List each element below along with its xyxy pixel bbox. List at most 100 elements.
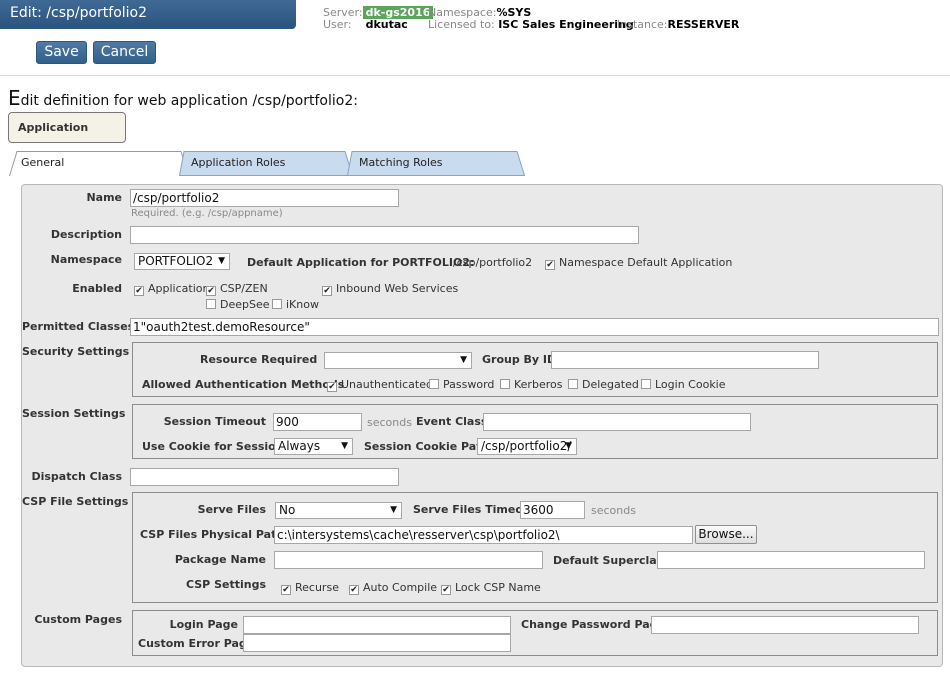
- serve-files-timeout-label: Serve Files Timeout: [413, 503, 537, 516]
- recurse-checkbox[interactable]: ✔ Recurse: [281, 581, 339, 595]
- checkbox-icon: ✔: [206, 286, 216, 296]
- default-superclass-label: Default Superclass: [553, 554, 670, 567]
- chevron-down-icon: ▼: [341, 441, 348, 451]
- enabled-inbound-ws-checkbox[interactable]: ✔ Inbound Web Services: [322, 282, 458, 296]
- instance-value: RESSERVER: [667, 18, 740, 31]
- serve-files-timeout-unit: seconds: [591, 504, 636, 517]
- enabled-cspzen-checkbox[interactable]: ✔ CSP/ZEN: [206, 282, 268, 296]
- checkbox-icon: [500, 379, 510, 389]
- checkbox-icon: [429, 379, 439, 389]
- serve-files-label: Serve Files: [197, 503, 266, 516]
- package-name-input[interactable]: [274, 551, 543, 569]
- auth-password-checkbox[interactable]: Password: [429, 378, 494, 391]
- resource-required-label: Resource Required: [200, 353, 318, 366]
- user-info: User: dkutac: [323, 18, 408, 31]
- use-cookie-label: Use Cookie for Session: [142, 440, 284, 453]
- header-divider: [0, 75, 950, 76]
- chevron-down-icon: ▼: [565, 441, 572, 451]
- page-heading: Edit definition for web application /csp…: [8, 86, 358, 110]
- change-password-label: Change Password Page: [521, 618, 665, 631]
- use-cookie-select[interactable]: Always ▼: [274, 438, 353, 455]
- user-value: dkutac: [365, 18, 408, 31]
- checkbox-icon: ✔: [322, 286, 332, 296]
- checkbox-icon: [272, 299, 282, 309]
- tab-application-roles[interactable]: Application Roles: [179, 151, 353, 176]
- tab-application-roles-label: Application Roles: [191, 156, 286, 169]
- license-value: ISC Sales Engineering: [498, 18, 634, 31]
- custom-error-input[interactable]: [243, 634, 511, 652]
- auth-unauthenticated-checkbox[interactable]: ✔ Unauthenticated: [327, 378, 433, 392]
- lock-csp-name-checkbox[interactable]: ✔ Lock CSP Name: [441, 581, 541, 595]
- change-password-input[interactable]: [651, 616, 919, 634]
- tab-matching-roles[interactable]: Matching Roles: [347, 151, 525, 176]
- tab-general-label: General: [21, 156, 65, 169]
- event-class-input[interactable]: [483, 413, 751, 431]
- custom-error-label: Custom Error Page: [138, 637, 255, 650]
- auth-delegated-checkbox[interactable]: Delegated: [568, 378, 639, 391]
- name-label: Name: [86, 191, 122, 204]
- enabled-application-checkbox[interactable]: ✔ Application: [134, 282, 209, 296]
- license-info: Licensed to: ISC Sales Engineering: [428, 18, 634, 31]
- checkbox-icon: ✔: [327, 382, 337, 392]
- namespace-select[interactable]: PORTFOLIO2 ▼: [134, 253, 230, 270]
- group-by-id-label: Group By ID: [482, 353, 557, 366]
- serve-files-select[interactable]: No ▼: [275, 502, 402, 519]
- enabled-deepsee-checkbox[interactable]: DeepSee: [206, 298, 270, 311]
- auth-methods-label: Allowed Authentication Methods: [142, 378, 345, 391]
- auth-kerberos-checkbox[interactable]: Kerberos: [500, 378, 562, 391]
- resource-required-select[interactable]: ▼: [324, 352, 472, 369]
- tab-matching-roles-label: Matching Roles: [359, 156, 443, 169]
- checkbox-icon: [206, 299, 216, 309]
- checkbox-icon: [641, 379, 651, 389]
- serve-files-timeout-input[interactable]: 3600: [520, 501, 585, 519]
- default-app-label: Default Application for PORTFOLIO2:: [247, 256, 475, 269]
- csp-file-settings-label: CSP File Settings: [22, 495, 129, 508]
- permitted-classes-input[interactable]: 1"oauth2test.demoResource": [130, 318, 939, 336]
- physical-path-input[interactable]: c:\intersystems\cache\resserver\csp\port…: [274, 526, 693, 544]
- csp-settings-label: CSP Settings: [185, 578, 266, 591]
- checkbox-icon: ✔: [134, 286, 144, 296]
- checkbox-icon: [568, 379, 578, 389]
- chevron-down-icon: ▼: [460, 355, 467, 365]
- package-name-label: Package Name: [174, 553, 266, 566]
- login-page-label: Login Page: [169, 618, 238, 631]
- enabled-iknow-checkbox[interactable]: iKnow: [272, 298, 319, 311]
- cookie-path-select[interactable]: /csp/portfolio2/▼: [477, 438, 577, 455]
- auth-login-cookie-checkbox[interactable]: Login Cookie: [641, 378, 726, 391]
- security-settings-label: Security Settings: [22, 345, 130, 358]
- default-app-value: /csp/portfolio2: [453, 256, 533, 269]
- saved-message: Application saved.: [8, 112, 126, 163]
- page-title-bar: Edit: /csp/portfolio2: [0, 0, 296, 29]
- page-title: Edit: /csp/portfolio2: [10, 5, 148, 21]
- chevron-down-icon: ▼: [218, 256, 225, 266]
- checkbox-icon: ✔: [545, 260, 555, 270]
- physical-path-label: CSP Files Physical Path: [140, 528, 285, 541]
- dispatch-class-label: Dispatch Class: [31, 470, 122, 483]
- enabled-label: Enabled: [72, 282, 122, 295]
- auto-compile-checkbox[interactable]: ✔ Auto Compile: [349, 581, 437, 595]
- namespace-label: Namespace: [50, 253, 122, 266]
- checkbox-icon: ✔: [281, 585, 291, 595]
- chevron-down-icon: ▼: [390, 505, 397, 515]
- namespace-default-checkbox[interactable]: ✔ Namespace Default Application: [545, 256, 732, 270]
- session-timeout-label: Session Timeout: [163, 415, 266, 428]
- event-class-label: Event Class: [416, 415, 488, 428]
- instance-info: Instance:RESSERVER: [617, 18, 740, 31]
- cancel-button[interactable]: Cancel: [93, 41, 156, 64]
- save-button[interactable]: Save: [36, 41, 87, 64]
- login-page-input[interactable]: [243, 616, 511, 634]
- description-input[interactable]: [130, 226, 639, 244]
- checkbox-icon: ✔: [349, 585, 359, 595]
- tab-general[interactable]: General: [9, 151, 189, 177]
- group-by-id-input[interactable]: [551, 351, 819, 369]
- name-input[interactable]: /csp/portfolio2: [130, 189, 399, 207]
- session-timeout-unit: seconds: [367, 416, 412, 429]
- browse-button[interactable]: Browse...: [695, 525, 757, 544]
- default-superclass-input[interactable]: [657, 551, 925, 569]
- custom-pages-label: Custom Pages: [34, 613, 122, 626]
- session-timeout-input[interactable]: 900: [273, 413, 362, 431]
- cookie-path-label: Session Cookie Path: [364, 440, 490, 453]
- name-hint: Required. (e.g. /csp/appname): [131, 208, 283, 219]
- checkbox-icon: ✔: [441, 585, 451, 595]
- dispatch-class-input[interactable]: [130, 468, 399, 486]
